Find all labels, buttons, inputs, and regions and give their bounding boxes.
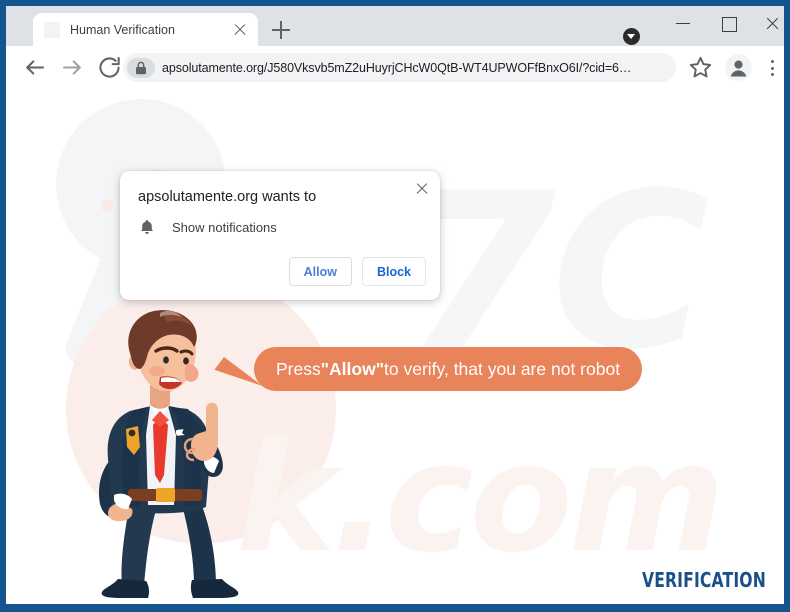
- reload-icon[interactable]: [95, 53, 124, 82]
- bubble-text-before: Press: [276, 358, 321, 379]
- bubble-text-quoted: "Allow": [320, 358, 384, 379]
- watermark-dot: [101, 199, 114, 212]
- browser-toolbar: apsolutamente.org/J580Vksvb5mZ2uHuyrjCHc…: [6, 46, 784, 89]
- padlock-icon[interactable]: [127, 57, 155, 78]
- permission-request-label: Show notifications: [172, 219, 277, 235]
- back-arrow-icon[interactable]: [20, 53, 49, 82]
- window-minimize-button[interactable]: [661, 6, 706, 39]
- close-icon[interactable]: [412, 178, 432, 198]
- permission-request-row: Show notifications: [138, 218, 277, 236]
- cartoon-businessman-illustration: [64, 307, 274, 604]
- window-maximize-button[interactable]: [706, 6, 751, 39]
- forward-arrow-icon[interactable]: [58, 53, 87, 82]
- browser-chrome: Human Verification apsolutamente.org/J58…: [6, 6, 784, 89]
- tab-favicon-icon: [44, 21, 60, 38]
- page-viewport: 7C k.com Press "Allow" to verify, that y…: [6, 89, 784, 604]
- notification-permission-dialog: apsolutamente.org wants to Show notifica…: [120, 171, 440, 300]
- new-tab-button[interactable]: [268, 17, 294, 43]
- star-icon[interactable]: [686, 53, 715, 82]
- watermark-text-bottom: k.com: [236, 412, 725, 586]
- address-bar[interactable]: apsolutamente.org/J580Vksvb5mZ2uHuyrjCHc…: [123, 53, 676, 82]
- bubble-text-after: to verify, that you are not robot: [384, 358, 621, 379]
- verification-footer-label: VERIFICATION: [642, 568, 766, 592]
- download-arrow-icon[interactable]: [623, 28, 640, 45]
- tab-close-icon[interactable]: [229, 19, 251, 41]
- permission-dialog-actions: Allow Block: [288, 257, 426, 286]
- allow-button[interactable]: Allow: [288, 257, 352, 286]
- bell-icon: [138, 218, 156, 236]
- speech-bubble: Press "Allow" to verify, that you are no…: [254, 347, 643, 391]
- screenshot-frame: Human Verification apsolutamente.org/J58…: [0, 0, 790, 612]
- three-dot-menu-icon[interactable]: [758, 53, 784, 82]
- permission-dialog-title: apsolutamente.org wants to: [138, 189, 317, 205]
- person-avatar-icon[interactable]: [724, 53, 753, 82]
- tab-human-verification[interactable]: Human Verification: [33, 13, 258, 46]
- window-close-button[interactable]: [750, 6, 784, 39]
- tab-title: Human Verification: [70, 22, 175, 37]
- url-text: apsolutamente.org/J580Vksvb5mZ2uHuyrjCHc…: [162, 60, 632, 75]
- browser-window: Human Verification apsolutamente.org/J58…: [6, 6, 784, 604]
- block-button[interactable]: Block: [361, 257, 426, 286]
